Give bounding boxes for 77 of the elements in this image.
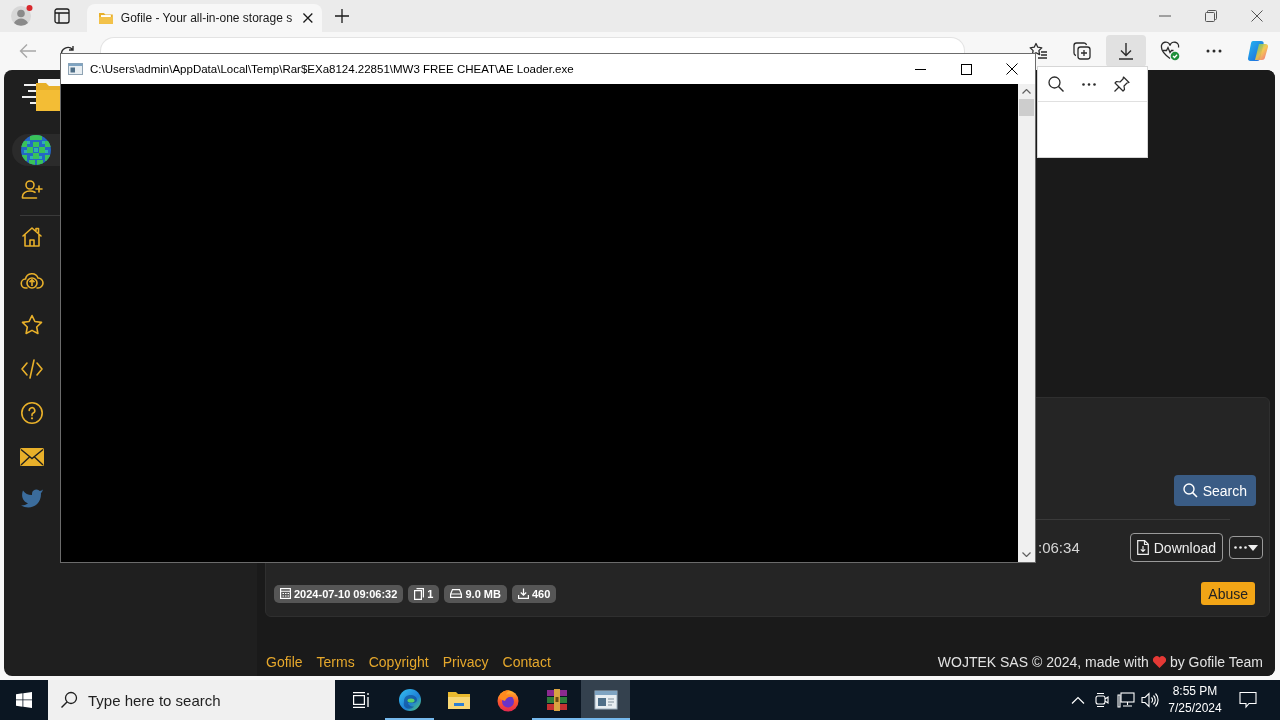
scroll-thumb[interactable]	[1019, 99, 1034, 116]
more-icon	[1206, 49, 1222, 53]
file-download-icon	[1136, 540, 1149, 555]
network-icon[interactable]	[1117, 692, 1135, 708]
footer-link[interactable]: Privacy	[442, 654, 489, 670]
credit-text: by Gofile Team	[1169, 654, 1263, 670]
close-icon[interactable]	[1251, 10, 1263, 22]
search-field[interactable]: Type here to search	[48, 680, 335, 720]
upload-date: 2024-07-10 09:06:32	[294, 587, 398, 600]
browser-tab[interactable]: Gofile - Your all-in-one storage s	[87, 4, 322, 32]
scroll-down-icon[interactable]	[1022, 552, 1031, 557]
footer-link[interactable]: Contact	[502, 654, 551, 670]
plus-icon[interactable]	[334, 8, 350, 24]
footer-link[interactable]: Copyright	[368, 654, 429, 670]
console-window-icon	[68, 63, 83, 75]
more-icon	[1082, 82, 1096, 86]
speaker-icon[interactable]	[1141, 692, 1159, 708]
copy-plus-icon	[1072, 41, 1092, 61]
account-row[interactable]	[12, 134, 63, 166]
credit-text: WOJTEK SAS © 2024, made with	[937, 654, 1149, 670]
webcam-icon[interactable]	[1094, 692, 1110, 708]
notification-icon[interactable]	[1239, 691, 1257, 709]
clock[interactable]: 8:55 PM 7/25/2024	[1165, 683, 1225, 717]
search-button[interactable]: Search	[1173, 475, 1256, 506]
chevron-up-icon[interactable]	[1071, 696, 1085, 704]
help-icon[interactable]	[20, 401, 44, 425]
pin-icon	[1114, 76, 1130, 92]
abuse-button[interactable]: Abuse	[1201, 582, 1255, 605]
footer-link[interactable]: Terms	[316, 654, 355, 670]
console-window-icon	[593, 690, 618, 710]
download-button[interactable]: Download	[1129, 533, 1223, 562]
close-icon	[1006, 63, 1018, 75]
avatar-icon	[21, 135, 51, 165]
bird-icon[interactable]	[20, 488, 44, 508]
star-icon[interactable]	[20, 313, 44, 337]
footer-link[interactable]: Gofile	[266, 654, 303, 670]
heart-icon	[1152, 656, 1166, 668]
folder-icon	[446, 690, 471, 710]
more-options-button[interactable]	[1229, 536, 1263, 559]
refresh-icon[interactable]	[59, 45, 77, 55]
dots-icon	[1234, 546, 1247, 549]
download-count: 460	[531, 587, 551, 600]
window-title: C:\Users\admin\AppData\Local\Temp\Rar$EXa8124.22851\MW3 FREE CHEAT\AE Loader.exe	[90, 63, 574, 75]
download-icon	[1116, 41, 1136, 61]
file-count: 1	[427, 587, 434, 600]
caret-icon	[1248, 544, 1258, 551]
drive-icon	[450, 589, 463, 598]
upload-time: :06:34	[1038, 539, 1080, 556]
download-icon	[517, 588, 529, 599]
browser-swirl-icon	[397, 688, 422, 712]
folder-favicon-icon	[99, 12, 113, 24]
search-icon	[60, 691, 78, 709]
swirl-logo-icon	[1246, 39, 1270, 63]
home-icon[interactable]	[20, 225, 44, 249]
restore-icon[interactable]	[1205, 10, 1217, 22]
search-icon	[1048, 76, 1064, 92]
taskbar-app-button[interactable]	[581, 680, 630, 720]
minimize-icon	[914, 68, 926, 70]
fox-globe-icon	[495, 688, 520, 712]
task-view-icon	[351, 692, 370, 708]
file-size: 9.0 MB	[465, 587, 501, 600]
scroll-up-icon[interactable]	[1022, 89, 1031, 94]
mail-icon[interactable]	[20, 448, 44, 466]
layout-icon[interactable]	[54, 8, 70, 24]
windows-logo-icon	[16, 692, 32, 708]
maximize-icon	[960, 63, 972, 75]
downloads-button[interactable]	[1106, 35, 1146, 67]
star-list-icon	[1028, 41, 1048, 61]
profile-icon[interactable]	[10, 4, 34, 28]
heart-pulse-icon	[1160, 41, 1180, 61]
calendar-icon	[280, 588, 291, 599]
books-icon	[544, 688, 569, 712]
search-icon	[1182, 483, 1198, 498]
add-user-icon[interactable]	[20, 177, 44, 201]
code-icon[interactable]	[20, 357, 44, 381]
scrollbar[interactable]	[1018, 84, 1035, 562]
file-icon	[414, 587, 425, 600]
